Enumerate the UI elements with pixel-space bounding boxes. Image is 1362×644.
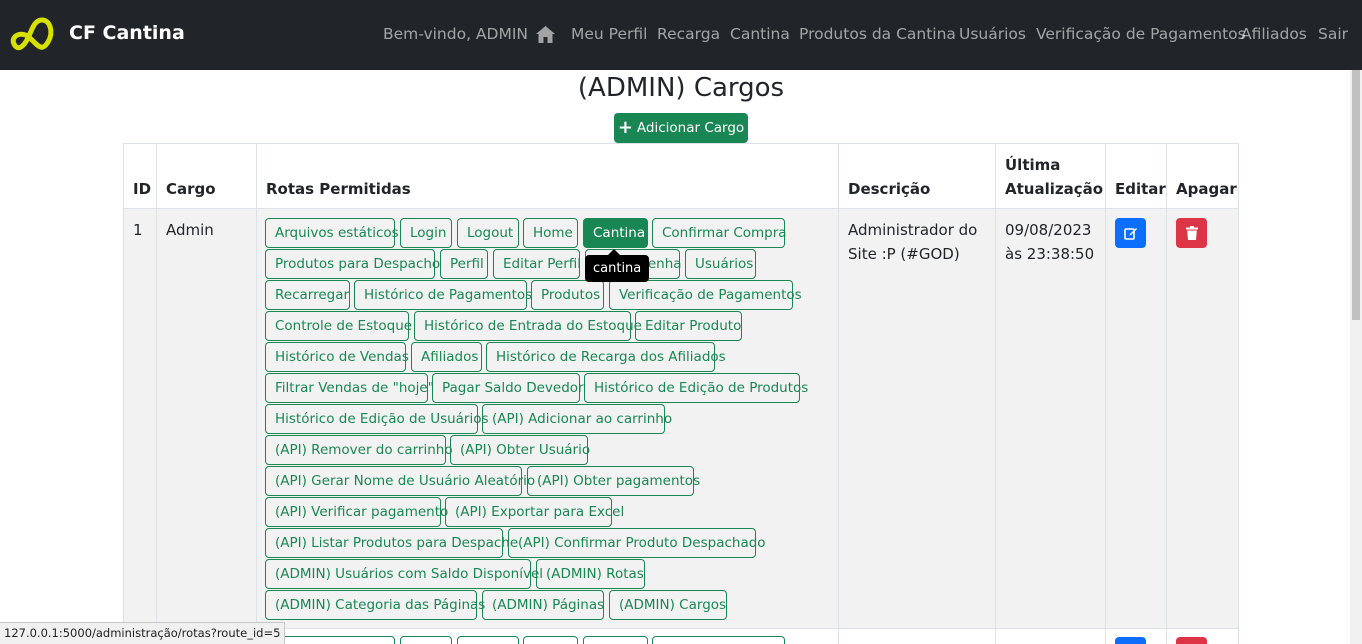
page-scrollbar[interactable]	[1350, 70, 1362, 644]
route-chip[interactable]: Histórico de Recarga dos Afiliados	[486, 342, 726, 372]
column-divider	[156, 143, 157, 644]
route-chip[interactable]	[400, 636, 452, 644]
route-chip[interactable]: (API) Listar Produtos para Despache	[265, 528, 518, 558]
cell-cargo: Admin	[166, 221, 214, 239]
header-editar: Editar	[1115, 180, 1166, 198]
route-chip[interactable]: Login	[400, 218, 452, 248]
infinity-logo-icon[interactable]	[8, 12, 56, 58]
cell-data-line1: 09/08/2023	[1005, 221, 1092, 239]
route-chip[interactable]: Histórico de Pagamentos	[354, 280, 532, 310]
route-chip[interactable]: Filtrar Vendas de "hoje"	[265, 373, 434, 403]
add-cargo-label: Adicionar Cargo	[636, 120, 745, 136]
route-chip[interactable]: (ADMIN) Cargos	[609, 590, 727, 620]
route-chip[interactable]: Pagar Saldo Devedor	[432, 373, 584, 403]
cell-descricao-line2: Site :P (#GOD)	[848, 245, 960, 263]
cell-id: 1	[133, 221, 143, 239]
route-chip[interactable]: (API) Adicionar ao carrinho	[482, 404, 672, 434]
column-divider	[995, 143, 996, 644]
column-divider	[1166, 143, 1167, 644]
route-chip[interactable]: Logout	[457, 218, 519, 248]
route-chip[interactable]: Editar Produto	[635, 311, 742, 341]
home-icon[interactable]	[536, 26, 555, 43]
header-atualizacao: Atualização	[1005, 180, 1104, 198]
table-header: ID Cargo Rotas Permitidas Descrição Últi…	[123, 143, 1239, 209]
brand-name[interactable]: CF Cantina	[69, 22, 185, 44]
edit-button[interactable]	[1115, 637, 1146, 644]
route-chip[interactable]: (API) Remover do carrinho	[265, 435, 453, 465]
browser-status-url: 127.0.0.1:5000/administração/rotas?route…	[0, 622, 286, 644]
edit-button[interactable]	[1115, 218, 1146, 248]
column-divider	[1105, 143, 1106, 644]
route-chip[interactable]	[583, 636, 648, 644]
route-chip[interactable]: (API) Gerar Nome de Usuário Aleatório	[265, 466, 535, 496]
route-tooltip: cantina	[585, 249, 650, 282]
route-chip[interactable]: Produtos para Despacho	[265, 249, 440, 279]
column-divider	[838, 143, 839, 644]
header-rotas: Rotas Permitidas	[266, 180, 411, 198]
header-id: ID	[133, 180, 152, 198]
nav-sair[interactable]: Sair	[1318, 25, 1348, 43]
cell-descricao-line1: Administrador do	[848, 221, 978, 239]
route-chip[interactable]	[523, 636, 578, 644]
route-chip[interactable]: Histórico de Entrada do Estoque	[414, 311, 642, 341]
delete-button[interactable]	[1176, 218, 1207, 248]
trash-icon	[1185, 226, 1198, 240]
nav-cantina[interactable]: Cantina	[730, 25, 790, 43]
route-chip[interactable]: Histórico de Vendas	[265, 342, 409, 372]
route-chip[interactable]: Confirmar Compra	[652, 218, 787, 248]
route-chip[interactable]: Afiliados	[411, 342, 482, 372]
route-chip[interactable]: Editar Perfil	[493, 249, 581, 279]
route-chip[interactable]: (API) Exportar para Excel	[445, 497, 624, 527]
route-chip[interactable]: (API) Obter Usuário	[450, 435, 590, 465]
cell-data-line2: às 23:38:50	[1005, 245, 1095, 263]
scrollbar-thumb[interactable]	[1352, 70, 1360, 320]
route-chip[interactable]: Recarregar	[265, 280, 350, 310]
route-chip[interactable]: Produtos	[531, 280, 604, 310]
column-divider	[123, 143, 124, 644]
header-ultima: Última	[1005, 156, 1061, 174]
column-divider	[1238, 143, 1239, 644]
route-chip[interactable]: Histórico de Edição de Usuários	[265, 404, 489, 434]
route-chip[interactable]: Histórico de Edição de Produtos	[584, 373, 808, 403]
nav-recarga[interactable]: Recarga	[657, 25, 720, 43]
route-chip[interactable]	[457, 636, 519, 644]
top-navbar: CF Cantina Bem-vindo, ADMIN Meu Perfil R…	[0, 0, 1362, 70]
route-chip[interactable]: (ADMIN) Usuários com Saldo Disponível	[265, 559, 543, 589]
delete-button[interactable]	[1176, 637, 1207, 644]
nav-produtos-cantina[interactable]: Produtos da Cantina	[799, 25, 956, 43]
route-chip[interactable]: (ADMIN) Páginas	[482, 590, 604, 620]
nav-usuarios[interactable]: Usuários	[959, 25, 1026, 43]
route-chip[interactable]: Perfil	[440, 249, 488, 279]
route-chip[interactable]: Controle de Estoque	[265, 311, 412, 341]
nav-meu-perfil[interactable]: Meu Perfil	[571, 25, 647, 43]
route-chip[interactable]: Usuários	[685, 249, 756, 279]
route-chip[interactable]: Home	[523, 218, 578, 248]
nav-verificacao-pagamentos[interactable]: Verificação de Pagamentos	[1036, 25, 1246, 43]
column-divider	[256, 143, 257, 644]
welcome-text: Bem-vindo, ADMIN	[383, 25, 529, 43]
route-chip[interactable]: (ADMIN) Rotas	[536, 559, 645, 589]
header-descricao: Descrição	[848, 180, 931, 198]
edit-icon	[1123, 228, 1137, 240]
page-title: (ADMIN) Cargos	[577, 73, 785, 103]
route-chip[interactable]	[652, 636, 785, 644]
header-cargo: Cargo	[166, 180, 216, 198]
route-chip[interactable]: Verificação de Pagamentos	[609, 280, 802, 310]
header-apagar: Apagar	[1176, 180, 1237, 198]
route-chip[interactable]: Arquivos estáticos	[265, 218, 399, 248]
route-chip[interactable]: (API) Obter pagamentos	[527, 466, 700, 496]
plus-icon: +	[617, 117, 633, 138]
route-chip[interactable]: Cantina	[583, 218, 648, 248]
nav-afiliados[interactable]: Afiliados	[1241, 25, 1307, 43]
add-cargo-button[interactable]: + Adicionar Cargo	[614, 113, 748, 143]
route-chip[interactable]: (API) Verificar pagamento	[265, 497, 448, 527]
route-chip[interactable]: (API) Confirmar Produto Despachado	[508, 528, 766, 558]
route-chip[interactable]: (ADMIN) Categoria das Páginas	[265, 590, 485, 620]
